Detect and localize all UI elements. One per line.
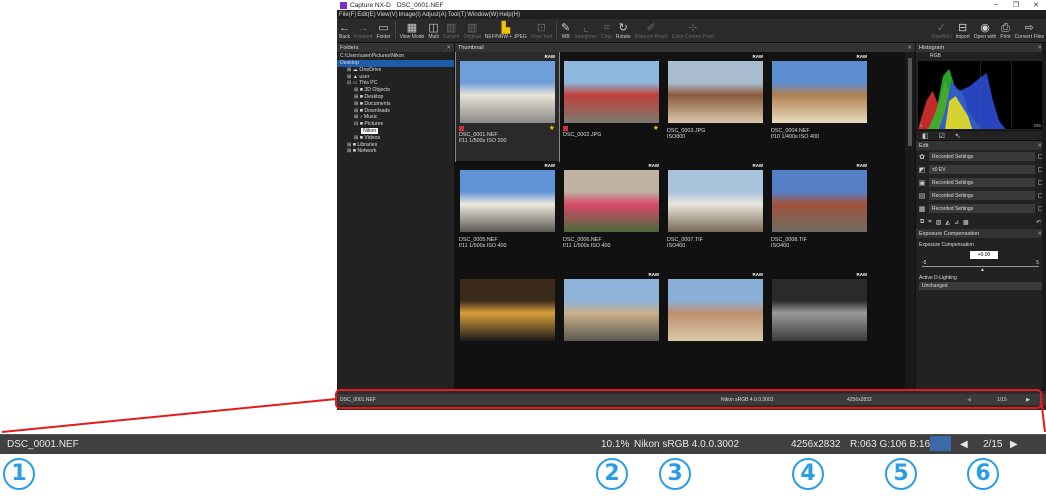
callout-3: 3: [659, 458, 691, 490]
zoom-lines: [1, 398, 1046, 433]
big-status-file: DSC_0001.NEF: [7, 439, 79, 450]
big-next-icon[interactable]: ▶: [1010, 439, 1018, 450]
status-bar-enlarged: DSC_0001.NEF 10.1% Nikon sRGB 4.0.0.3002…: [0, 434, 1046, 454]
callout-4: 4: [792, 458, 824, 490]
big-status-page: 2/15: [983, 439, 1003, 450]
big-status-profile: Nikon sRGB 4.0.0.3002: [634, 439, 740, 450]
big-status-rgb: R:063 G:106 B:163: [850, 439, 936, 450]
color-swatch: [930, 436, 951, 451]
callout-1: 1: [3, 458, 35, 490]
big-status-zoom: 10.1%: [601, 439, 630, 450]
callout-5: 5: [885, 458, 917, 490]
big-prev-icon[interactable]: ◀: [960, 439, 968, 450]
callout-2: 2: [596, 458, 628, 490]
callout-6: 6: [967, 458, 999, 490]
big-status-size: 4256x2832: [791, 439, 841, 450]
